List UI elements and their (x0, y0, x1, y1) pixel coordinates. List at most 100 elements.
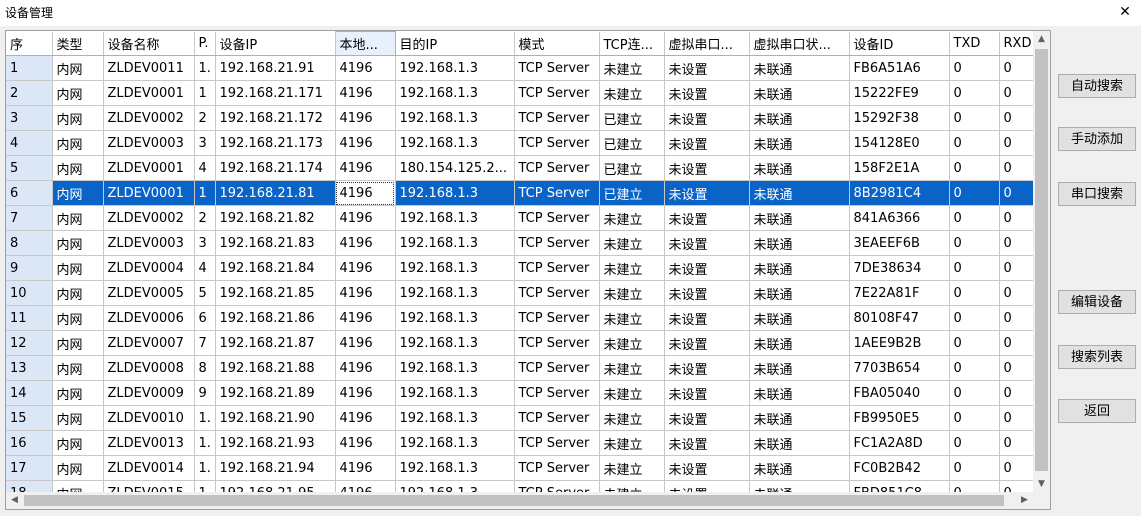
table-cell[interactable]: 未设置 (664, 355, 750, 381)
table-cell[interactable]: 0 (949, 330, 1000, 356)
table-cell[interactable]: 内网 (52, 105, 104, 131)
table-cell[interactable]: 未设置 (664, 305, 750, 331)
table-cell[interactable]: ZLDEV0014 (103, 455, 195, 481)
table-cell[interactable]: 1 (6, 55, 53, 81)
table-cell[interactable]: 1AEE9B2B (849, 330, 950, 356)
table-cell[interactable]: 192.168.21.82 (215, 205, 336, 231)
table-row[interactable]: 5 内网 ZLDEV0001 4 192.168.21.174 4196 180.154.1… (6, 155, 1033, 181)
table-cell[interactable]: 0 (949, 355, 1000, 381)
column-header[interactable]: 设备名称 (103, 31, 195, 56)
table-cell[interactable]: 4 (194, 155, 216, 181)
table-cell[interactable]: 内网 (52, 305, 104, 331)
table-cell[interactable]: 15 (6, 405, 53, 431)
table-cell[interactable]: 未联通 (749, 380, 850, 406)
table-cell[interactable]: 未联通 (749, 305, 850, 331)
column-header[interactable]: 本地... (334, 31, 396, 56)
table-cell[interactable]: ZLDEV0010 (103, 405, 195, 431)
table-cell[interactable]: 4196 (335, 55, 396, 81)
table-cell[interactable]: TCP Server (514, 280, 600, 306)
table-cell[interactable]: 192.168.21.171 (215, 80, 336, 106)
table-cell[interactable]: 4196 (335, 80, 396, 106)
table-cell[interactable]: 未联通 (749, 280, 850, 306)
table-cell[interactable]: 192.168.21.88 (215, 355, 336, 381)
table-row[interactable]: 12 内网 ZLDEV0007 7 192.168.21.87 4196 192.168.1… (6, 330, 1033, 356)
table-cell[interactable]: ZLDEV0003 (103, 130, 195, 156)
table-cell[interactable]: 4196 (335, 430, 396, 456)
table-cell[interactable]: 4196 (335, 180, 396, 206)
table-cell[interactable]: 未建立 (599, 355, 665, 381)
table-cell[interactable]: 0 (949, 55, 1000, 81)
table-cell[interactable]: ZLDEV0002 (103, 205, 195, 231)
table-cell[interactable]: 192.168.21.91 (215, 55, 336, 81)
table-cell[interactable]: 4196 (335, 130, 396, 156)
table-cell[interactable]: 内网 (52, 255, 104, 281)
table-cell[interactable]: 80108F47 (849, 305, 950, 331)
table-cell[interactable]: 192.168.21.172 (215, 105, 336, 131)
table-cell[interactable]: 192.168.1.3 (395, 330, 515, 356)
table-cell[interactable]: 未建立 (599, 80, 665, 106)
table-cell[interactable]: 已建立 (599, 105, 665, 131)
table-cell[interactable]: 内网 (52, 280, 104, 306)
table-cell[interactable]: 4196 (335, 455, 396, 481)
table-cell[interactable]: 未设置 (664, 105, 750, 131)
horizontal-scrollbar[interactable]: ◀ ▶ (6, 492, 1033, 509)
table-cell[interactable]: ZLDEV0001 (103, 180, 195, 206)
table-cell[interactable]: 0 (999, 255, 1033, 281)
table-cell[interactable]: 内网 (52, 205, 104, 231)
table-cell[interactable]: TCP Server (514, 55, 600, 81)
table-cell[interactable]: TCP Server (514, 305, 600, 331)
table-cell[interactable]: 1. (194, 455, 216, 481)
table-row[interactable]: 13 内网 ZLDEV0008 8 192.168.21.88 4196 192.168.1… (6, 355, 1033, 381)
table-cell[interactable]: TCP Server (514, 80, 600, 106)
table-cell[interactable]: 0 (999, 330, 1033, 356)
table-row[interactable]: 1 内网 ZLDEV0011 1. 192.168.21.91 4196 192.168.1… (6, 55, 1033, 81)
table-cell[interactable]: 15222FE9 (849, 80, 950, 106)
scroll-down-icon[interactable]: ▼ (1033, 476, 1050, 493)
table-cell[interactable]: ZLDEV0006 (103, 305, 195, 331)
column-header[interactable]: 设备ID (849, 31, 950, 56)
table-cell[interactable]: 0 (999, 180, 1033, 206)
table-cell[interactable]: 0 (999, 305, 1033, 331)
horizontal-scroll-thumb[interactable] (24, 495, 1004, 506)
manual-add-button[interactable]: 手动添加 (1058, 127, 1136, 151)
vertical-scrollbar[interactable]: ▲ ▼ (1033, 31, 1050, 493)
table-row[interactable]: 14 内网 ZLDEV0009 9 192.168.21.89 4196 192.168.1… (6, 380, 1033, 406)
table-cell[interactable]: 2 (6, 80, 53, 106)
table-cell[interactable]: TCP Server (514, 380, 600, 406)
table-cell[interactable]: 未设置 (664, 255, 750, 281)
table-cell[interactable]: 0 (949, 230, 1000, 256)
table-cell[interactable]: 未设置 (664, 130, 750, 156)
table-cell[interactable]: 未建立 (599, 405, 665, 431)
table-cell[interactable]: 未设置 (664, 80, 750, 106)
table-cell[interactable]: 4196 (335, 155, 396, 181)
table-cell[interactable]: 未建立 (599, 455, 665, 481)
column-header[interactable]: TXD (949, 31, 1000, 56)
table-cell[interactable]: 0 (949, 180, 1000, 206)
back-button[interactable]: 返回 (1058, 399, 1136, 423)
table-cell[interactable]: ZLDEV0008 (103, 355, 195, 381)
table-cell[interactable]: 8 (194, 355, 216, 381)
table-cell[interactable]: 未建立 (599, 380, 665, 406)
table-cell[interactable]: 内网 (52, 430, 104, 456)
table-cell[interactable]: 未联通 (749, 355, 850, 381)
table-row[interactable]: 6 内网 ZLDEV0001 1 192.168.21.81 4196 192.168.1.… (6, 180, 1033, 206)
table-row[interactable]: 9 内网 ZLDEV0004 4 192.168.21.84 4196 192.168.1.… (6, 255, 1033, 281)
table-cell[interactable]: TCP Server (514, 355, 600, 381)
table-cell[interactable]: 未联通 (749, 180, 850, 206)
table-cell[interactable]: 4196 (335, 280, 396, 306)
table-cell[interactable]: 192.168.1.3 (395, 205, 515, 231)
table-cell[interactable]: 3 (194, 130, 216, 156)
table-cell[interactable]: 4196 (335, 305, 396, 331)
table-cell[interactable]: 0 (999, 455, 1033, 481)
table-cell[interactable]: 14 (6, 380, 53, 406)
table-cell[interactable]: 0 (999, 80, 1033, 106)
table-cell[interactable]: ZLDEV0009 (103, 380, 195, 406)
table-cell[interactable]: 内网 (52, 405, 104, 431)
table-cell[interactable]: 0 (949, 305, 1000, 331)
table-cell[interactable]: 0 (999, 355, 1033, 381)
table-cell[interactable]: TCP Server (514, 455, 600, 481)
table-cell[interactable]: 未联通 (749, 55, 850, 81)
table-cell[interactable]: ZLDEV0013 (103, 430, 195, 456)
table-cell[interactable]: 0 (949, 455, 1000, 481)
table-cell[interactable]: 内网 (52, 80, 104, 106)
